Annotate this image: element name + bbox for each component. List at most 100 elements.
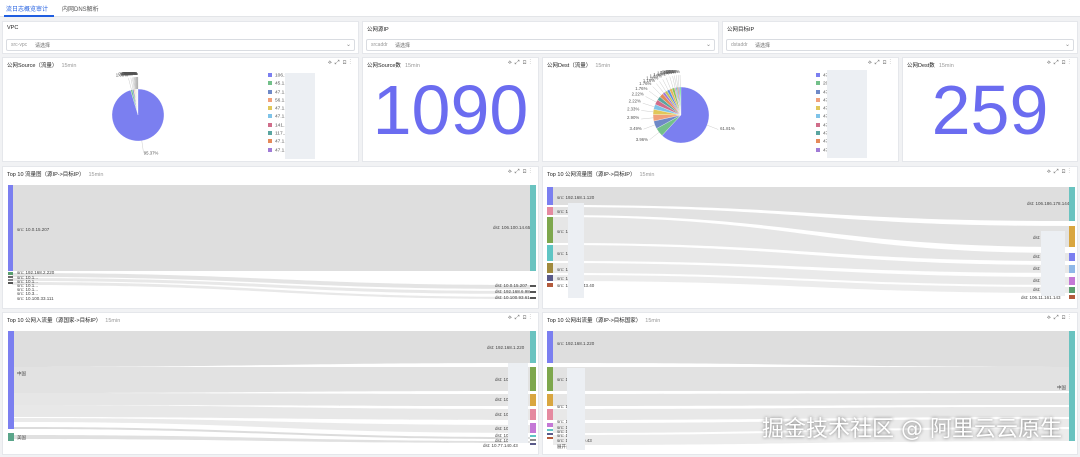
sankey-label: 美国 (17, 434, 26, 441)
select-field: src-vpc (11, 42, 28, 48)
sankey-label: 中国 (1057, 384, 1066, 391)
vpc-select[interactable]: src-vpc 请选择 ⌄ (6, 39, 355, 51)
redaction-mask (568, 203, 584, 298)
legend-swatch (816, 147, 820, 152)
legend-swatch (268, 81, 272, 86)
filter-title: 公网目标IP (727, 27, 755, 33)
pie-slice-label: 0.07% (126, 71, 138, 76)
sankey-label: dst: 106.186.178.144 (1027, 201, 1070, 206)
panel-toolbar[interactable]: ⟡⤢⊡⋮ (868, 60, 894, 67)
select-field: srcaddr (371, 42, 388, 48)
legend-swatch (268, 114, 272, 119)
panel-source-count: 公网Source数 15min ⟡⤢⊡⋮ 1090 (362, 57, 539, 162)
redaction-mask (508, 363, 528, 443)
legend-swatch (816, 97, 820, 102)
panel-toolbar[interactable]: ⟡⤢⊡⋮ (1047, 315, 1073, 322)
pie-slice-label: 2.90% (627, 115, 639, 120)
dstaddr-select[interactable]: dstaddr 请选择 ⌄ (726, 39, 1074, 51)
panel-toolbar[interactable]: ⟡⤢⊡⋮ (1047, 169, 1073, 176)
legend-swatch (268, 139, 272, 144)
pie-slice-label: 2.22% (632, 92, 644, 97)
pie-slice-label: 2.33% (627, 106, 639, 111)
pie-leader-line (641, 117, 654, 120)
dest-pie-chart: 3.96%3.49%2.90%2.33%2.22%2.22%1.76%1.76%… (627, 69, 735, 144)
tab-dns[interactable]: 内网DNS解析 (62, 4, 99, 13)
pie-leader-line (676, 75, 678, 88)
sankey-top10-flow: src: 10.0.15.207 src: 192.168.2.220 src:… (8, 185, 536, 301)
panel-toolbar[interactable]: ⟡⤢⊡⋮ (508, 315, 534, 322)
pie-leader-line (659, 81, 667, 92)
pie-leader-line (678, 75, 680, 88)
pie-slice[interactable] (111, 88, 165, 142)
sankey-label: dst: 192.168.6.98 (495, 289, 530, 294)
legend-swatch (816, 106, 820, 111)
sankey-label: dst: 10.77.140.43 (483, 443, 518, 448)
filter-title: VPC (7, 25, 19, 31)
legend-swatch (268, 89, 272, 94)
legend-swatch (816, 81, 820, 86)
sankey-label: src: 192.168.1.120 (557, 195, 595, 200)
panel-toolbar[interactable]: ⟡⤢⊡⋮ (508, 169, 534, 176)
sankey-label: src: 10.100.33.111 (17, 296, 54, 301)
sankey-label: src: 192.168.1.220 (557, 341, 595, 346)
sankey-label: dst: 10.100.93.61 (495, 295, 530, 300)
pie-leader-line (645, 96, 657, 103)
legend-swatch (816, 114, 820, 119)
legend-swatch (268, 122, 272, 127)
legend-swatch (268, 131, 272, 136)
pie-leader-line (649, 132, 660, 140)
redaction-mask (1041, 231, 1065, 296)
pie-leader-line (641, 110, 654, 112)
panel-title: Top 10 公网出流量（源IP->目标国家） 15min (547, 318, 661, 324)
panel-source-pie: 公网Source（流量） 15min ⟡⤢⊡⋮ 1.00% 0.68% 0.39% 0.… (2, 57, 359, 162)
redaction-mask (285, 73, 315, 159)
pie-slice-label: 2.22% (629, 99, 641, 104)
pie-leader-line (128, 78, 132, 90)
panel-dest-count: 公网Dest数 15min ⟡⤢⊡⋮ 259 (902, 57, 1078, 162)
sankey-label: 中国 (17, 370, 26, 377)
panel-top10-public-flow: Top 10 公网流量图（源IP->目标IP） 15min ⟡⤢⊡⋮ src: 1… (542, 166, 1078, 309)
chevron-down-icon: ⌄ (1064, 42, 1070, 48)
panel-title: 公网Source数 15min (367, 63, 420, 69)
pie-slice-label: 0.58% (668, 69, 680, 74)
legend-swatch (816, 122, 820, 127)
panel-toolbar[interactable]: ⟡⤢⊡⋮ (508, 60, 534, 67)
select-placeholder: 请选择 (35, 43, 51, 49)
legend-swatch (816, 89, 820, 94)
pie-slice-label: 61.81% (720, 126, 735, 131)
pie-slice-label: 3.49% (630, 126, 642, 131)
panel-title: Top 10 流量图（源IP->目标IP） 15min (7, 172, 104, 178)
sankey-label: dst: 106.100.14.65 (493, 225, 531, 230)
srcaddr-select[interactable]: srcaddr 请选择 ⌄ (366, 39, 715, 51)
panel-toolbar[interactable]: ⟡⤢⊡⋮ (1047, 60, 1073, 67)
tab-flowlog-audit[interactable]: 流日志概览审计 (6, 4, 48, 13)
panel-dest-pie: 公网Dest（流量） 15min ⟡⤢⊡⋮ 3.96% 3.49% 2.90% 2.33… (542, 57, 899, 162)
legend-swatch (268, 73, 272, 77)
pie-slice-label: 1.76% (635, 86, 647, 91)
legend-swatch (816, 139, 820, 144)
legend-swatch (816, 131, 820, 136)
chevron-down-icon: ⌄ (705, 42, 711, 48)
panel-top10-flow: Top 10 流量图（源IP->目标IP） 15min ⟡⤢⊡⋮ src: 10.… (2, 166, 539, 309)
redaction-mask (827, 70, 867, 158)
sankey-label: dst: 10.0.15.207 (495, 283, 528, 288)
sankey-label: dst: 192.168.1.220 (487, 345, 525, 350)
source-count-value: 1090 (372, 71, 529, 149)
pie-leader-line (642, 103, 655, 107)
panel-title: 公网Dest数 15min (907, 63, 954, 69)
pie-leader-line (707, 125, 719, 130)
pie-leader-line (669, 76, 674, 89)
panel-toolbar[interactable]: ⟡⤢⊡⋮ (328, 60, 354, 67)
dest-count-value: 259 (931, 71, 1049, 149)
panel-title: Top 10 公网流量图（源IP->目标IP） 15min (547, 172, 655, 178)
pie-slice-label: 95.37% (144, 151, 159, 156)
tab-bar: 流日志概览审计 内网DNS解析 (0, 0, 1080, 17)
pie-leader-line (141, 140, 144, 153)
pie-leader-line (643, 124, 655, 130)
filter-dstaddr: 公网目标IP dstaddr 请选择 ⌄ (722, 21, 1078, 54)
source-pie-chart: 1.00%0.68%0.39%0.32%0.22%0.16%0.16%0.14%… (111, 71, 165, 156)
select-field: dstaddr (731, 42, 748, 48)
legend-swatch (268, 147, 272, 152)
redaction-mask (567, 368, 585, 450)
filter-title: 公网源IP (367, 27, 389, 33)
